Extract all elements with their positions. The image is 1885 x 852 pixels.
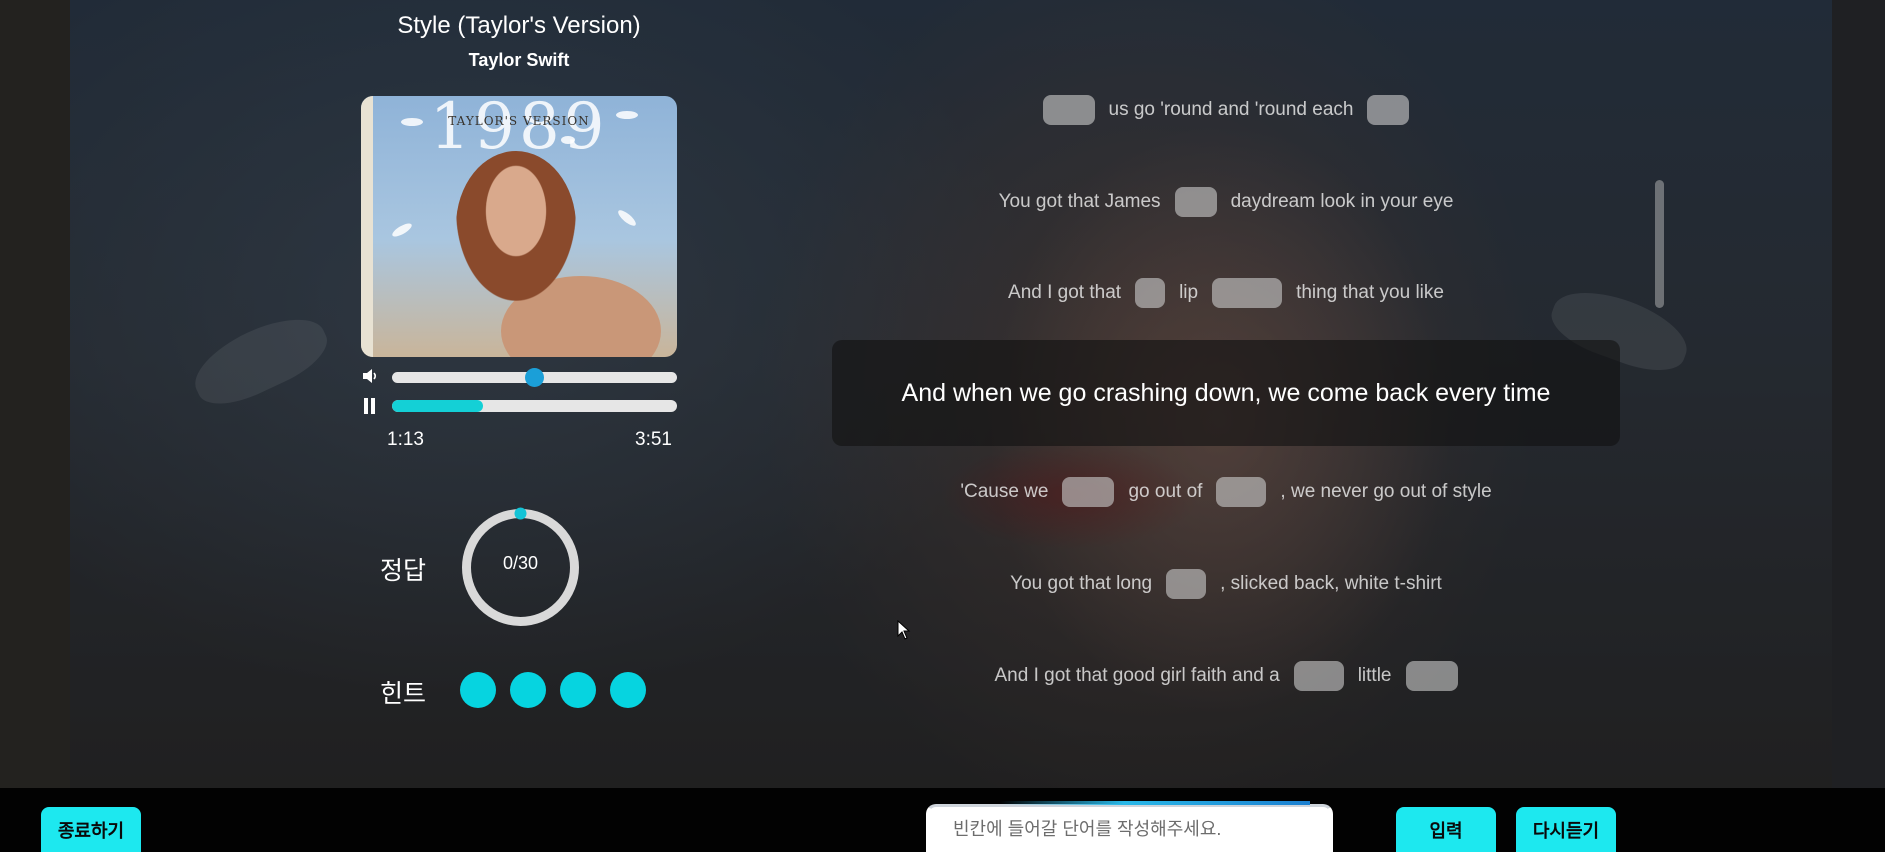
submit-button[interactable]: 입력 bbox=[1396, 807, 1496, 852]
lyric-text: lip bbox=[1179, 282, 1199, 303]
gull-icon bbox=[561, 136, 575, 144]
gull-icon bbox=[390, 221, 414, 239]
lyric-text: , slicked back, white t-shirt bbox=[1220, 573, 1442, 594]
lyric-text: 'Cause we bbox=[960, 481, 1049, 502]
lyric-line: You got that long , slicked back, white t… bbox=[832, 564, 1620, 604]
lyric-blank bbox=[1216, 477, 1267, 507]
score-value: 0/30 bbox=[502, 553, 539, 573]
song-title: Style (Taylor's Version) bbox=[397, 12, 641, 39]
lyrics-scrollbar[interactable] bbox=[1655, 180, 1664, 308]
speaker-icon[interactable] bbox=[361, 367, 379, 385]
time-total: 3:51 bbox=[635, 429, 672, 450]
album-cover: 1989 TAYLOR'S VERSION bbox=[361, 96, 677, 357]
hint-token[interactable] bbox=[560, 672, 596, 708]
volume-slider[interactable] bbox=[392, 368, 677, 387]
quit-button[interactable]: 종료하기 bbox=[41, 807, 141, 852]
lyric-line: You got that James daydream look in your … bbox=[832, 182, 1620, 222]
score-ring-marker bbox=[514, 507, 527, 520]
hint-token[interactable] bbox=[460, 672, 496, 708]
gull-icon bbox=[616, 207, 638, 229]
lyric-blank bbox=[1405, 661, 1458, 691]
lyric-line: 'Cause we go out of , we never go out of s… bbox=[832, 472, 1620, 512]
lyric-text: You got that long bbox=[1010, 573, 1153, 594]
replay-button[interactable]: 다시듣기 bbox=[1516, 807, 1616, 852]
lyric-blank bbox=[1367, 95, 1410, 125]
background-bird bbox=[183, 303, 337, 417]
lyric-blank bbox=[1174, 187, 1217, 217]
lyric-line-current: And when we go crashing down, we come ba… bbox=[832, 340, 1620, 446]
lyric-current-text: And when we go crashing down, we come ba… bbox=[901, 378, 1551, 407]
playback-progress-bar[interactable] bbox=[392, 400, 677, 412]
lyric-blank bbox=[1293, 661, 1344, 691]
answer-input-focus-glow bbox=[1000, 801, 1310, 805]
playback-progress-fill bbox=[392, 400, 484, 412]
volume-slider-knob[interactable] bbox=[525, 368, 544, 387]
lyric-line: And I got that lip thing that you like bbox=[832, 273, 1620, 313]
lyric-text: little bbox=[1357, 665, 1392, 686]
lyric-blank bbox=[1166, 569, 1207, 599]
background-side-right bbox=[1832, 0, 1885, 788]
lyric-blank bbox=[1042, 95, 1095, 125]
lyric-text: go out of bbox=[1128, 481, 1203, 502]
gull-icon bbox=[616, 111, 638, 119]
album-cover-portrait bbox=[456, 151, 576, 301]
lyric-text: us go 'round and 'round each bbox=[1108, 99, 1354, 120]
pause-icon[interactable] bbox=[364, 398, 376, 414]
score-label: 정답 bbox=[380, 557, 427, 585]
lyric-text: , we never go out of style bbox=[1280, 481, 1492, 502]
album-cover-frame bbox=[361, 96, 373, 357]
lyric-text: And I got that bbox=[1008, 282, 1122, 303]
lyric-line: And I got that good girl faith and a litt… bbox=[832, 656, 1620, 696]
background-side-left bbox=[0, 0, 70, 788]
lyric-blank bbox=[1135, 278, 1166, 308]
hint-token[interactable] bbox=[610, 672, 646, 708]
gull-icon bbox=[401, 118, 423, 126]
lyric-text: daydream look in your eye bbox=[1230, 191, 1454, 212]
lyric-line: us go 'round and 'round each bbox=[832, 90, 1620, 130]
time-elapsed: 1:13 bbox=[387, 429, 424, 450]
hint-token[interactable] bbox=[510, 672, 546, 708]
song-artist: Taylor Swift bbox=[468, 50, 570, 70]
lyric-blank bbox=[1212, 278, 1283, 308]
answer-input[interactable] bbox=[926, 804, 1333, 852]
lyric-text: And I got that good girl faith and a bbox=[994, 665, 1280, 686]
lyric-blank bbox=[1062, 477, 1115, 507]
hint-label: 힌트 bbox=[380, 680, 427, 708]
lyric-text: You got that James bbox=[998, 191, 1161, 212]
lyric-text: thing that you like bbox=[1296, 282, 1444, 303]
mouse-cursor-icon bbox=[897, 620, 911, 640]
